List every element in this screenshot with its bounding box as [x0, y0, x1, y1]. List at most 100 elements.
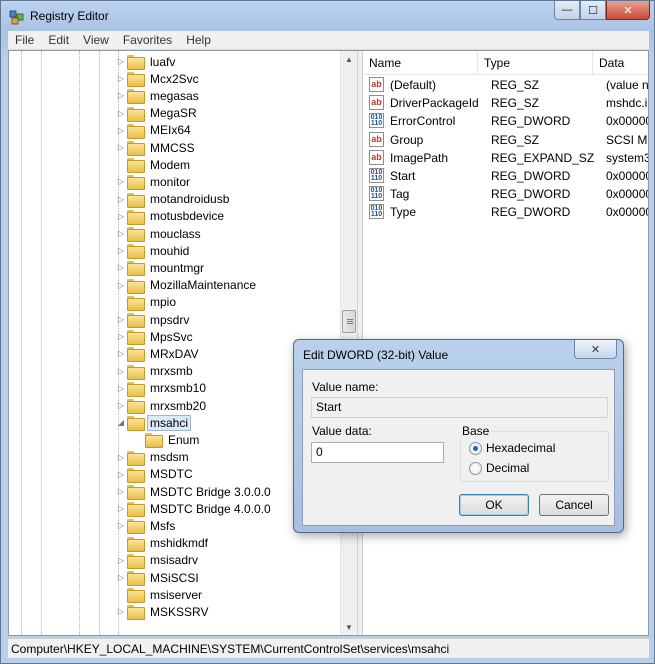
expand-arrow-icon[interactable]: ▷ [115, 281, 127, 290]
scroll-up-icon[interactable]: ▲ [341, 51, 357, 67]
tree-item-mozillamaintenance[interactable]: ▷ MozillaMaintenance [115, 277, 258, 294]
menu-help[interactable]: Help [179, 33, 218, 47]
value-row-default[interactable]: ab (Default) REG_SZ (value not set) [363, 76, 648, 94]
expand-arrow-icon[interactable]: ▷ [115, 573, 127, 582]
dialog-close-button[interactable]: ✕ [574, 340, 617, 359]
expand-arrow-icon[interactable]: ▷ [115, 556, 127, 565]
menu-edit[interactable]: Edit [41, 33, 76, 47]
expand-arrow-icon[interactable]: ▷ [115, 91, 127, 100]
value-data-input[interactable]: 0 [311, 442, 444, 463]
tree-item-motandroidusb[interactable]: ▷ motandroidusb [115, 191, 231, 208]
value-row-imagepath[interactable]: ab ImagePath REG_EXPAND_SZ system32\drivers… [363, 149, 648, 167]
minimize-button[interactable]: — [554, 1, 580, 20]
tree-item-megasas[interactable]: ▷ megasas [115, 87, 201, 105]
tree-item-label: MRxDAV [150, 346, 199, 361]
expand-arrow-icon[interactable]: ▷ [115, 504, 127, 513]
expand-arrow-icon[interactable]: ▷ [115, 384, 127, 393]
title-bar[interactable]: Registry Editor — ☐ ✕ [1, 1, 654, 31]
expand-arrow-icon[interactable]: ▷ [115, 470, 127, 479]
tree-item-mpsdrv[interactable]: ▷ mpsdrv [115, 311, 191, 328]
value-row-tag[interactable]: 010 110 Tag REG_DWORD 0x00000004 (4) [363, 185, 648, 203]
scroll-thumb[interactable] [342, 310, 356, 333]
expand-arrow-icon[interactable]: ▷ [115, 57, 127, 66]
value-row-start[interactable]: 010 110 Start REG_DWORD 0x00000000 (0) [363, 167, 648, 185]
menu-favorites[interactable]: Favorites [116, 33, 179, 47]
expand-arrow-icon[interactable]: ▷ [115, 109, 127, 118]
tree-item-mrxsmb20[interactable]: ▷ mrxsmb20 [115, 397, 208, 414]
value-row-group[interactable]: ab Group REG_SZ SCSI Miniport [363, 131, 648, 149]
expand-arrow-icon[interactable]: ▷ [115, 401, 127, 410]
scroll-down-icon[interactable]: ▼ [341, 619, 357, 635]
value-row-errorcontrol[interactable]: 010 110 ErrorControl REG_DWORD 0x00000003 (… [363, 112, 648, 130]
column-header-type[interactable]: Type [478, 51, 593, 75]
grip-line [347, 319, 353, 320]
expand-arrow-icon[interactable]: ▷ [115, 453, 127, 462]
expand-arrow-icon[interactable]: ▷ [115, 487, 127, 496]
expand-arrow-icon[interactable]: ▷ [115, 195, 127, 204]
expand-arrow-icon[interactable]: ▷ [115, 177, 127, 186]
expand-arrow-icon[interactable]: ▷ [115, 74, 127, 83]
close-button[interactable]: ✕ [606, 1, 650, 20]
cancel-button[interactable]: Cancel [539, 494, 609, 516]
tree-item-mpio[interactable]: mpio [115, 294, 178, 311]
expand-arrow-icon[interactable]: ▷ [115, 263, 127, 272]
tree-item-megasr[interactable]: ▷ MegaSR [115, 105, 199, 122]
expand-arrow-icon[interactable]: ▷ [115, 229, 127, 238]
expand-arrow-icon[interactable]: ▷ [115, 607, 127, 616]
expand-arrow-icon[interactable]: ▷ [115, 367, 127, 376]
tree-item-msahci[interactable]: ◢ msahci [115, 414, 192, 432]
folder-icon [127, 502, 145, 518]
tree-item-msiscsi[interactable]: ▷ MSiSCSI [115, 569, 201, 586]
expand-arrow-icon[interactable]: ▷ [115, 349, 127, 358]
menu-file[interactable]: File [8, 33, 41, 47]
tree-item-mmcss[interactable]: ▷ MMCSS [115, 139, 197, 156]
tree-item-msdtc[interactable]: ▷ MSDTC [115, 466, 195, 483]
collapse-arrow-icon[interactable]: ◢ [115, 418, 127, 427]
column-header-name[interactable]: Name [363, 51, 478, 75]
tree-item-msdtc-bridge-3-0-0-0[interactable]: ▷ MSDTC Bridge 3.0.0.0 [115, 483, 273, 500]
hexadecimal-radio[interactable]: Hexadecimal [469, 441, 555, 455]
tree-item-mcx2svc[interactable]: ▷ Mcx2Svc [115, 70, 201, 88]
value-row-driverpackageid[interactable]: ab DriverPackageId REG_SZ mshdc.inf [363, 94, 648, 112]
value-type-cell: REG_DWORD [491, 169, 571, 183]
tree-item-modem[interactable]: Modem [115, 156, 192, 174]
expand-arrow-icon[interactable]: ▷ [115, 126, 127, 135]
tree-item-motusbdevice[interactable]: ▷ motusbdevice [115, 208, 226, 225]
tree-item-msiserver[interactable]: msiserver [115, 586, 204, 604]
decimal-radio[interactable]: Decimal [469, 461, 529, 475]
expand-arrow-icon[interactable]: ▷ [115, 315, 127, 324]
folder-icon [127, 244, 145, 260]
minimize-icon: — [561, 4, 573, 16]
tree-item-msisadrv[interactable]: ▷ msisadrv [115, 552, 200, 569]
tree-item-mpssvc[interactable]: ▷ MpsSvc [115, 328, 195, 346]
column-header-data[interactable]: Data [593, 51, 648, 75]
tree-item-mrxdav[interactable]: ▷ MRxDAV [115, 345, 200, 363]
tree-item-mountmgr[interactable]: ▷ mountmgr [115, 259, 206, 277]
expand-arrow-icon[interactable]: ▷ [115, 143, 127, 152]
tree-item-luafv[interactable]: ▷ luafv [115, 53, 177, 70]
tree-item-mrxsmb[interactable]: ▷ mrxsmb [115, 363, 195, 380]
tree-item-mrxsmb10[interactable]: ▷ mrxsmb10 [115, 380, 208, 397]
tree-item-enum[interactable]: Enum [133, 431, 201, 449]
value-name-cell: (Default) [390, 78, 437, 92]
menu-view[interactable]: View [76, 33, 116, 47]
ok-button[interactable]: OK [459, 494, 529, 516]
tree-item-msdtc-bridge-4-0-0-0[interactable]: ▷ MSDTC Bridge 4.0.0.0 [115, 500, 273, 518]
folder-icon [127, 123, 145, 139]
expand-arrow-icon[interactable]: ▷ [115, 212, 127, 221]
tree-item-mskssrv[interactable]: ▷ MSKSSRV [115, 603, 210, 621]
tree-item-monitor[interactable]: ▷ monitor [115, 173, 192, 191]
tree-item-msdsm[interactable]: ▷ msdsm [115, 449, 191, 466]
tree-item-mouhid[interactable]: ▷ mouhid [115, 242, 191, 260]
tree-item-msfs[interactable]: ▷ Msfs [115, 517, 177, 535]
maximize-button[interactable]: ☐ [580, 1, 606, 20]
expand-arrow-icon[interactable]: ▷ [115, 332, 127, 341]
value-row-type[interactable]: 010 110 Type REG_DWORD 0x00000001 (1) [363, 203, 648, 221]
expand-arrow-icon[interactable]: ▷ [115, 246, 127, 255]
expand-arrow-icon[interactable]: ▷ [115, 521, 127, 530]
tree-item-mshidkmdf[interactable]: mshidkmdf [115, 535, 210, 552]
tree-item-meix64[interactable]: ▷ MEIx64 [115, 122, 193, 139]
tree-item-mouclass[interactable]: ▷ mouclass [115, 225, 203, 242]
value-data-cell: 0x00000004 (4) [606, 187, 648, 202]
folder-icon [127, 313, 145, 328]
